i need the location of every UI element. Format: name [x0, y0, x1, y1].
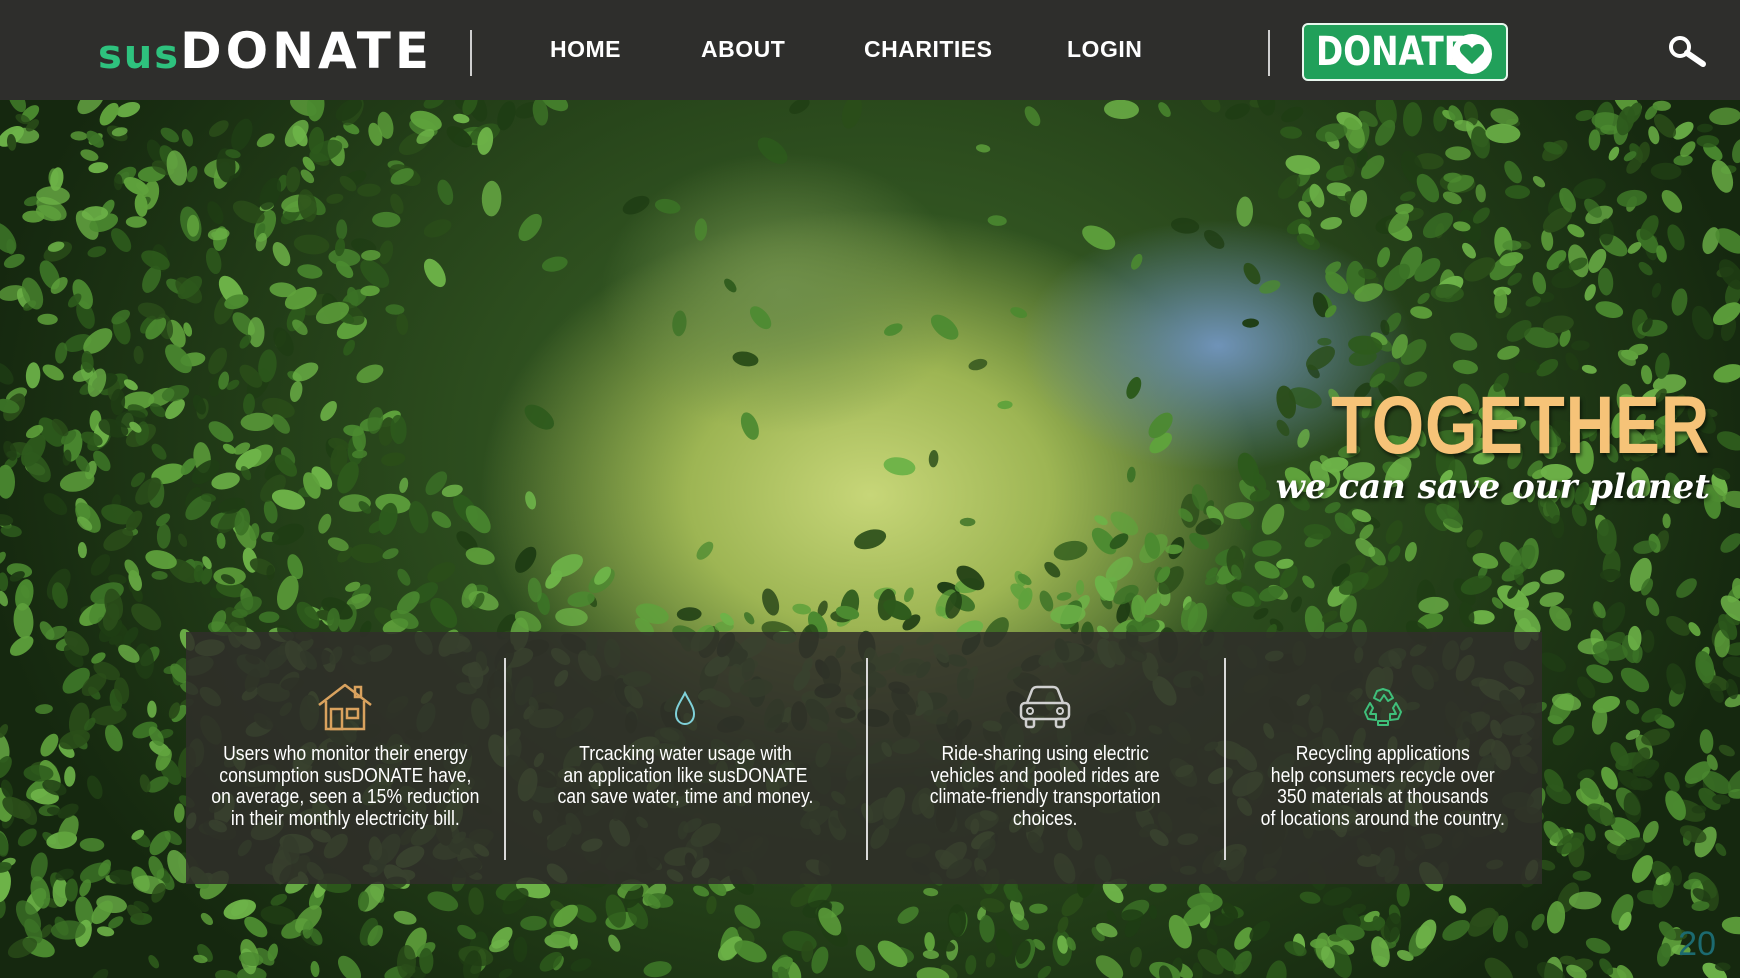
feature-card: Ride-sharing using electric vehicles and… — [866, 632, 1224, 884]
feature-card: Trcacking water usage with an applicatio… — [504, 632, 866, 884]
recycle-icon — [1360, 678, 1406, 736]
water-drop-icon — [670, 678, 700, 736]
car-icon — [1017, 678, 1073, 736]
heart-icon — [1452, 34, 1492, 74]
nav-login-link[interactable]: LOGIN — [1067, 36, 1142, 63]
page-number: 20 — [1678, 925, 1716, 963]
feature-text: Recycling applications help consumers re… — [1260, 743, 1506, 830]
brand-name: DONATE — [180, 22, 434, 80]
brand-logo[interactable]: sus DONATE — [98, 22, 434, 80]
features-panel: Users who monitor their energy consumpti… — [186, 632, 1542, 884]
feature-card: Recycling applications help consumers re… — [1224, 632, 1542, 884]
donate-button[interactable]: DONATE — [1302, 23, 1508, 81]
page: sus DONATE HOME ABOUT CHARITIES LOGIN DO… — [0, 0, 1740, 978]
brand-prefix: sus — [98, 32, 181, 78]
feature-card: Users who monitor their energy consumpti… — [186, 632, 504, 884]
nav-charities-link[interactable]: CHARITIES — [864, 36, 992, 63]
hero-title: TOGETHER — [1331, 380, 1710, 471]
hero-section: TOGETHER we can save our planet Users wh… — [0, 100, 1740, 978]
hero-subtitle: we can save our planet — [1275, 467, 1710, 507]
feature-text: Trcacking water usage with an applicatio… — [557, 743, 813, 808]
search-icon[interactable] — [1666, 34, 1708, 70]
feature-text: Ride-sharing using electric vehicles and… — [929, 743, 1161, 830]
feature-text: Users who monitor their energy consumpti… — [210, 743, 480, 830]
house-icon — [315, 678, 375, 736]
hero-tagline: TOGETHER we can save our planet — [1248, 380, 1710, 508]
top-navbar: sus DONATE HOME ABOUT CHARITIES LOGIN DO… — [0, 0, 1740, 100]
nav-divider — [470, 30, 472, 76]
nav-home-link[interactable]: HOME — [550, 36, 621, 63]
nav-about-link[interactable]: ABOUT — [701, 36, 785, 63]
nav-divider — [1268, 30, 1270, 76]
donate-button-label: DONATE — [1316, 29, 1467, 75]
